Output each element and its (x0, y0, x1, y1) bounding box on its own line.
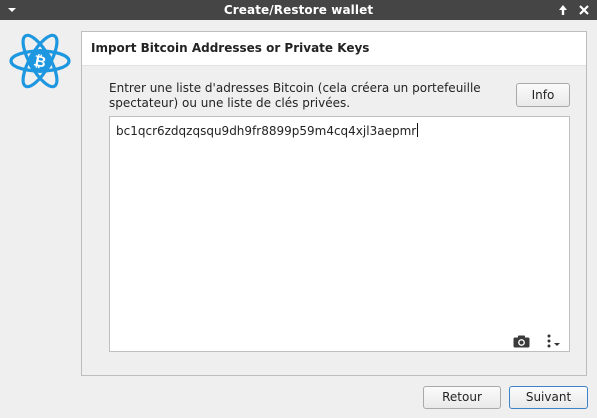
input-value: bc1qcr6zdqzqsqu9dh9fr8899p59m4cq4xjl3aep… (116, 124, 417, 138)
camera-icon[interactable] (513, 335, 530, 348)
back-button[interactable]: Retour (423, 386, 501, 409)
panel-header: Import Bitcoin Addresses or Private Keys (82, 32, 586, 66)
textarea-content: bc1qcr6zdqzqsqu9dh9fr8899p59m4cq4xjl3aep… (116, 123, 419, 138)
window-titlebar: Create/Restore wallet (0, 0, 597, 20)
electrum-bitcoin-logo: ₿ (9, 33, 71, 89)
text-caret (417, 123, 419, 137)
page-title: Import Bitcoin Addresses or Private Keys (91, 41, 370, 55)
next-button[interactable]: Suivant (509, 386, 588, 409)
keys-textarea[interactable]: bc1qcr6zdqzqsqu9dh9fr8899p59m4cq4xjl3aep… (109, 116, 570, 352)
import-panel: Import Bitcoin Addresses or Private Keys… (81, 31, 587, 376)
kebab-menu-icon[interactable] (543, 333, 563, 349)
window-title: Create/Restore wallet (223, 3, 374, 17)
close-icon[interactable] (576, 0, 592, 20)
info-button[interactable]: Info (516, 83, 570, 107)
arrow-up-icon[interactable] (557, 0, 569, 20)
instructions-text: Entrer une liste d'adresses Bitcoin (cel… (109, 81, 481, 110)
